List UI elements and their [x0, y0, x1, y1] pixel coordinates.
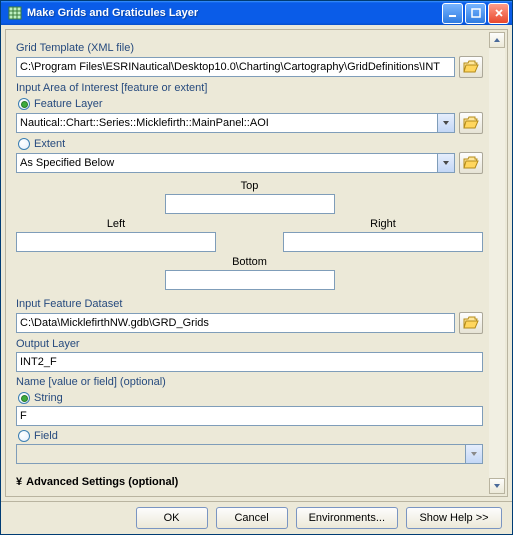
radio-feature-layer-label: Feature Layer [34, 98, 102, 110]
grid-template-input[interactable] [16, 57, 455, 77]
extent-right-input[interactable] [283, 232, 483, 252]
radio-extent-label: Extent [34, 138, 65, 150]
label-input-fds: Input Feature Dataset [16, 298, 483, 310]
label-right: Right [283, 218, 483, 230]
label-input-aoi: Input Area of Interest [feature or exten… [16, 82, 483, 94]
extent-coords: Top Left Right Bottom [16, 180, 483, 290]
name-field-select[interactable] [16, 444, 483, 464]
radio-icon [18, 430, 30, 442]
feature-layer-select[interactable]: Nautical::Chart::Series::Micklefirth::Ma… [16, 113, 455, 133]
show-help-button[interactable]: Show Help >> [406, 507, 502, 529]
extent-bottom-input[interactable] [165, 270, 335, 290]
label-output-layer: Output Layer [16, 338, 483, 350]
chevron-down-icon: ¥ [16, 476, 22, 488]
scroll-up-icon[interactable] [489, 32, 505, 48]
radio-icon [18, 138, 30, 150]
title-bar[interactable]: Make Grids and Graticules Layer [1, 1, 512, 25]
scrollbar[interactable] [489, 32, 505, 494]
label-left: Left [16, 218, 216, 230]
app-icon [7, 5, 23, 21]
radio-string[interactable]: String [18, 392, 483, 404]
client-area: Grid Template (XML file) Input Area of I… [5, 29, 508, 497]
folder-open-icon [463, 316, 479, 330]
radio-icon [18, 98, 30, 110]
extent-mode-value: As Specified Below [20, 157, 114, 169]
window-title: Make Grids and Graticules Layer [27, 7, 442, 19]
label-grid-template: Grid Template (XML file) [16, 42, 483, 54]
label-name-opt: Name [value or field] (optional) [16, 376, 483, 388]
scroll-down-icon[interactable] [489, 478, 505, 494]
radio-field[interactable]: Field [18, 430, 483, 442]
environments-button[interactable]: Environments... [296, 507, 398, 529]
window-buttons [442, 3, 509, 24]
extent-top-input[interactable] [165, 194, 335, 214]
dropdown-icon [437, 114, 454, 132]
radio-string-label: String [34, 392, 63, 404]
dropdown-icon [437, 154, 454, 172]
button-bar: OK Cancel Environments... Show Help >> [1, 501, 512, 534]
close-button[interactable] [488, 3, 509, 24]
browse-grid-template-button[interactable] [459, 56, 483, 78]
label-top: Top [16, 180, 483, 192]
minimize-button[interactable] [442, 3, 463, 24]
radio-extent[interactable]: Extent [18, 138, 483, 150]
dialog-window: Make Grids and Graticules Layer Grid Tem… [0, 0, 513, 535]
folder-open-icon [463, 156, 479, 170]
advanced-label: Advanced Settings (optional) [26, 476, 178, 488]
radio-icon [18, 392, 30, 404]
input-feature-dataset-input[interactable] [16, 313, 455, 333]
cancel-button[interactable]: Cancel [216, 507, 288, 529]
name-string-input[interactable] [16, 406, 483, 426]
extent-mode-select[interactable]: As Specified Below [16, 153, 455, 173]
advanced-settings-toggle[interactable]: ¥ Advanced Settings (optional) [16, 476, 483, 488]
extent-left-input[interactable] [16, 232, 216, 252]
dropdown-icon [465, 445, 482, 463]
output-layer-input[interactable] [16, 352, 483, 372]
browse-extent-button[interactable] [459, 152, 483, 174]
radio-feature-layer[interactable]: Feature Layer [18, 98, 483, 110]
ok-button[interactable]: OK [136, 507, 208, 529]
folder-open-icon [463, 116, 479, 130]
radio-field-label: Field [34, 430, 58, 442]
browse-input-fds-button[interactable] [459, 312, 483, 334]
folder-open-icon [463, 60, 479, 74]
label-bottom: Bottom [16, 256, 483, 268]
maximize-button[interactable] [465, 3, 486, 24]
feature-layer-value: Nautical::Chart::Series::Micklefirth::Ma… [20, 117, 269, 129]
browse-feature-layer-button[interactable] [459, 112, 483, 134]
